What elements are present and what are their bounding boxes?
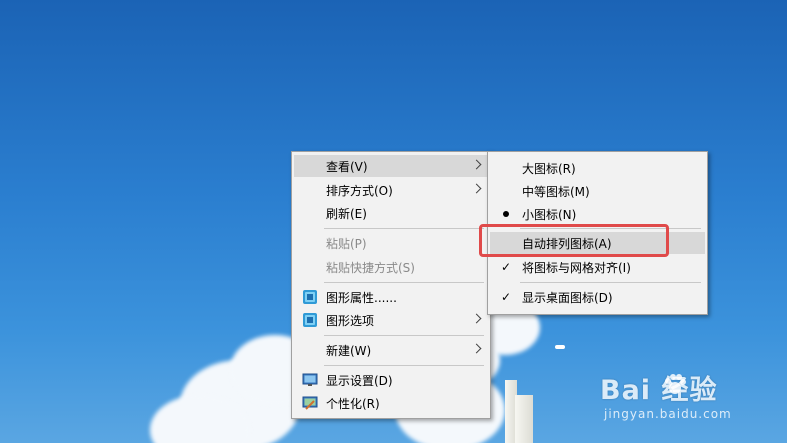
menu-item-label: 中等图标(M)	[522, 184, 590, 199]
chevron-right-icon	[471, 183, 482, 194]
menu-item-view[interactable]: 查看(V)	[294, 155, 488, 177]
checkmark-icon: ✓	[501, 290, 512, 304]
menu-item-medium-icons[interactable]: 中等图标(M)	[490, 180, 705, 202]
menu-item-personalize[interactable]: 个性化(R)	[294, 392, 488, 414]
menu-item-label: 图形选项	[326, 313, 375, 328]
monitor-icon	[302, 373, 318, 386]
menu-item-show-desktop-icons[interactable]: ✓ 显示桌面图标(D)	[490, 286, 705, 308]
menu-item-label: 大图标(R)	[522, 161, 576, 176]
menu-item-label: 显示设置(D)	[326, 373, 393, 388]
menu-separator	[520, 282, 701, 283]
chevron-right-icon	[471, 343, 482, 354]
menu-item-paste-shortcut: 粘贴快捷方式(S)	[294, 256, 488, 278]
bird-icon	[555, 345, 565, 349]
menu-item-label: 刷新(E)	[326, 206, 367, 221]
menu-item-refresh[interactable]: 刷新(E)	[294, 202, 488, 224]
menu-item-label: 将图标与网格对齐(I)	[522, 260, 631, 275]
context-menu: 查看(V) 排序方式(O) 刷新(E) 粘贴(P) 粘贴快捷方式(S) 图形属性…	[291, 151, 491, 419]
checkmark-icon: ✓	[501, 260, 512, 274]
menu-separator	[324, 365, 484, 366]
menu-item-label: 粘贴(P)	[326, 236, 367, 251]
menu-item-label: 新建(W)	[326, 343, 372, 358]
menu-item-align-to-grid[interactable]: ✓ 将图标与网格对齐(I)	[490, 256, 705, 278]
highlight-annotation-box	[479, 224, 669, 257]
personalize-icon	[302, 396, 318, 410]
menu-item-small-icons[interactable]: 小图标(N)	[490, 203, 705, 225]
radio-bullet-icon	[503, 211, 509, 217]
menu-separator	[324, 228, 484, 229]
menu-item-graphics-properties[interactable]: 图形属性......	[294, 286, 488, 308]
chevron-right-icon	[471, 313, 482, 324]
menu-item-new[interactable]: 新建(W)	[294, 339, 488, 361]
menu-item-label: 排序方式(O)	[326, 183, 393, 198]
sail-shape	[515, 395, 533, 443]
menu-item-label: 粘贴快捷方式(S)	[326, 260, 415, 275]
intel-graphics-icon	[303, 313, 317, 327]
menu-item-graphics-options[interactable]: 图形选项	[294, 309, 488, 331]
menu-item-label: 个性化(R)	[326, 396, 380, 411]
intel-graphics-icon	[303, 290, 317, 304]
menu-item-label: 查看(V)	[326, 159, 368, 174]
paw-logo-icon	[665, 374, 686, 394]
chevron-right-icon	[471, 159, 482, 170]
menu-separator	[324, 282, 484, 283]
menu-item-paste: 粘贴(P)	[294, 232, 488, 254]
menu-item-large-icons[interactable]: 大图标(R)	[490, 157, 705, 179]
menu-item-sort-by[interactable]: 排序方式(O)	[294, 179, 488, 201]
menu-item-label: 显示桌面图标(D)	[522, 290, 613, 305]
menu-item-label: 小图标(N)	[522, 207, 577, 222]
menu-item-display-settings[interactable]: 显示设置(D)	[294, 369, 488, 391]
menu-separator	[324, 335, 484, 336]
menu-item-label: 图形属性......	[326, 290, 397, 305]
watermark-url: jingyan.baidu.com	[604, 407, 732, 421]
